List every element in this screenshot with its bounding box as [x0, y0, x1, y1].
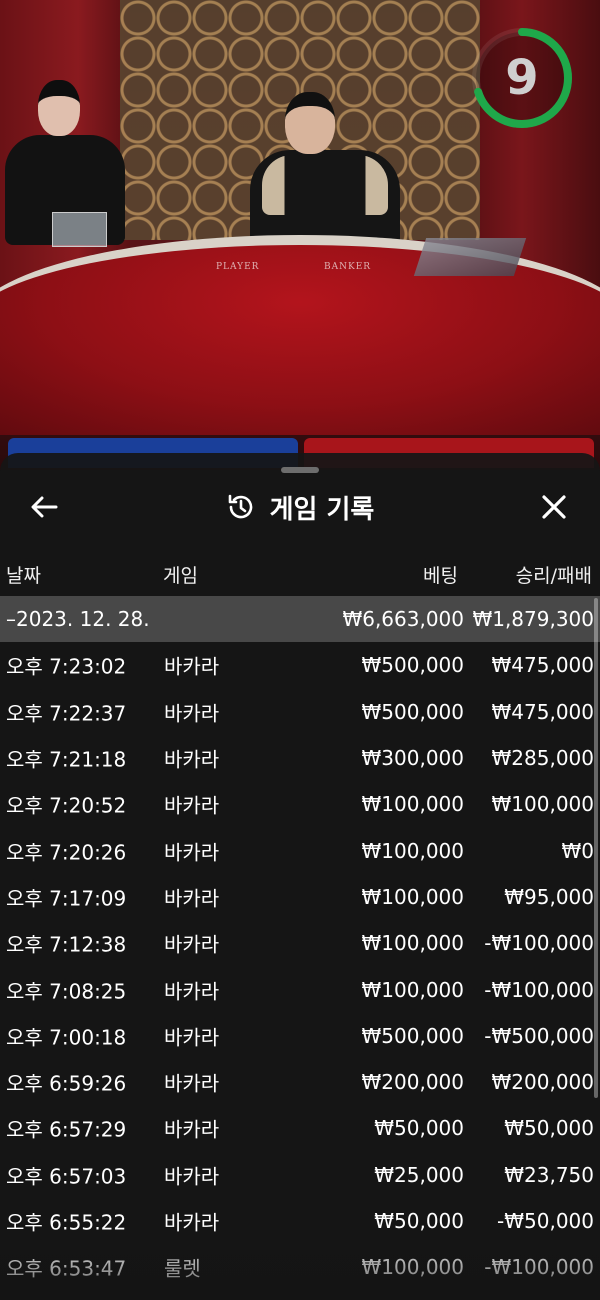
history-win-loss: -₩500,000 [484, 1023, 594, 1048]
history-win-loss: ₩95,000 [504, 884, 594, 909]
card-shoe [413, 238, 527, 276]
history-time: 오후 6:57:29 [6, 1117, 127, 1142]
history-bet: ₩500,000 [361, 699, 464, 724]
history-bet: ₩100,000 [361, 1255, 464, 1280]
history-win-loss: ₩200,000 [491, 1070, 594, 1095]
history-game: 바카라 [164, 1210, 220, 1235]
history-bet: ₩100,000 [361, 884, 464, 909]
history-bet: ₩25,000 [374, 1162, 464, 1187]
column-header-bet[interactable]: 베팅 [423, 561, 458, 587]
dealer-vest [262, 155, 388, 215]
history-bet: ₩100,000 [361, 792, 464, 817]
history-row[interactable]: 오후 6:55:22 바카라 ₩50,000 -₩50,000 [0, 1198, 600, 1244]
sheet-drag-handle[interactable] [281, 467, 319, 473]
dealer-head [285, 92, 335, 154]
history-game: 바카라 [164, 747, 220, 772]
history-game: 바카라 [164, 701, 220, 726]
day-summary-bet: ₩6,663,000 [342, 607, 464, 632]
history-win-loss: -₩100,000 [484, 1255, 594, 1280]
history-game: 룰렛 [164, 1256, 201, 1281]
history-time: 오후 7:20:52 [6, 793, 127, 818]
history-win-loss: ₩285,000 [491, 746, 594, 771]
history-time: 오후 6:57:03 [6, 1164, 127, 1189]
history-game: 바카라 [164, 1025, 220, 1050]
history-win-loss: ₩50,000 [504, 1116, 594, 1141]
history-time: 오후 7:22:37 [6, 701, 127, 726]
history-time: 오후 7:08:25 [6, 979, 127, 1004]
history-row[interactable]: 오후 6:57:03 바카라 ₩25,000 ₩23,750 [0, 1152, 600, 1198]
history-game: 바카라 [164, 654, 220, 679]
close-icon [542, 495, 566, 519]
countdown-timer-value: 9 [505, 50, 539, 106]
close-button[interactable] [536, 489, 572, 525]
history-row[interactable]: 오후 7:12:38 바카라 ₩100,000 -₩100,000 [0, 920, 600, 966]
history-win-loss: ₩100,000 [491, 792, 594, 817]
history-win-loss: -₩50,000 [497, 1209, 594, 1233]
column-header-date[interactable]: 날짜 [6, 561, 41, 587]
history-row[interactable]: 오후 7:22:37 바카라 ₩500,000 ₩475,000 [0, 689, 600, 735]
history-game: 바카라 [164, 979, 220, 1004]
assistant-dealer-head [38, 80, 80, 136]
history-bet: ₩100,000 [361, 977, 464, 1002]
history-game: 바카라 [164, 1117, 220, 1142]
history-time: 오후 6:55:22 [6, 1210, 127, 1235]
history-row[interactable]: 오후 7:17:09 바카라 ₩100,000 ₩95,000 [0, 874, 600, 920]
history-row[interactable]: 오후 7:20:52 바카라 ₩100,000 ₩100,000 [0, 781, 600, 827]
history-icon [228, 494, 252, 519]
scrollbar[interactable] [594, 598, 598, 1098]
history-row[interactable]: 오후 6:53:47 룰렛 ₩100,000 -₩100,000 [0, 1244, 600, 1290]
history-time: 오후 7:12:38 [6, 932, 127, 957]
table-label-player: PLAYER [216, 262, 260, 272]
sheet-header: 게임 기록 [0, 485, 600, 529]
history-win-loss: ₩0 [561, 838, 595, 863]
history-game: 바카라 [164, 932, 220, 957]
history-win-loss: ₩23,750 [504, 1162, 594, 1187]
history-time: 오후 6:53:47 [6, 1256, 127, 1281]
history-win-loss: -₩100,000 [484, 977, 594, 1002]
history-time: 오후 7:17:09 [6, 886, 127, 911]
history-win-loss: -₩100,000 [484, 931, 594, 956]
history-bet: ₩500,000 [361, 1023, 464, 1048]
history-bet: ₩100,000 [361, 838, 464, 863]
column-header-win-loss[interactable]: 승리/패배 [516, 561, 592, 587]
history-list: –2023. 12. 28. ₩6,663,000 ₩1,879,300 오후 … [0, 596, 600, 1290]
history-bet: ₩50,000 [374, 1116, 464, 1141]
history-bet: ₩200,000 [361, 1070, 464, 1095]
history-game: 바카라 [164, 1071, 220, 1096]
history-game: 바카라 [164, 1164, 220, 1189]
history-time: 오후 7:20:26 [6, 840, 127, 865]
history-bet: ₩50,000 [374, 1209, 464, 1233]
sheet-title: 게임 기록 [269, 494, 375, 525]
history-time: 오후 7:23:02 [6, 654, 127, 679]
history-bet: ₩500,000 [361, 653, 464, 678]
history-game: 바카라 [164, 886, 220, 911]
history-time: 오후 7:00:18 [6, 1025, 127, 1050]
history-game: 바카라 [164, 840, 220, 865]
history-game: 바카라 [164, 793, 220, 818]
history-row[interactable]: 오후 7:23:02 바카라 ₩500,000 ₩475,000 [0, 642, 600, 688]
history-row[interactable]: 오후 6:59:26 바카라 ₩200,000 ₩200,000 [0, 1059, 600, 1105]
card-discard-box [52, 212, 107, 247]
table-label-banker: BANKER [324, 262, 372, 272]
history-row[interactable]: 오후 7:21:18 바카라 ₩300,000 ₩285,000 [0, 735, 600, 781]
column-header-game[interactable]: 게임 [163, 561, 198, 587]
history-bet: ₩300,000 [361, 746, 464, 771]
history-bet: ₩100,000 [361, 931, 464, 956]
game-history-sheet: 게임 기록 날짜 게임 베팅 승리/패배 –2023. 12. 28. ₩6,6… [0, 453, 600, 1300]
history-time: 오후 7:21:18 [6, 747, 127, 772]
day-summary-win-loss: ₩1,879,300 [472, 607, 594, 632]
day-summary-row[interactable]: –2023. 12. 28. ₩6,663,000 ₩1,879,300 [0, 596, 600, 643]
history-row[interactable]: 오후 6:57:29 바카라 ₩50,000 ₩50,000 [0, 1105, 600, 1151]
day-summary-date: –2023. 12. 28. [6, 607, 150, 632]
history-row[interactable]: 오후 7:08:25 바카라 ₩100,000 -₩100,000 [0, 966, 600, 1012]
history-win-loss: ₩475,000 [491, 699, 594, 724]
history-row[interactable]: 오후 7:00:18 바카라 ₩500,000 -₩500,000 [0, 1013, 600, 1059]
history-time: 오후 6:59:26 [6, 1071, 127, 1096]
history-win-loss: ₩475,000 [491, 653, 594, 678]
history-row[interactable]: 오후 7:20:26 바카라 ₩100,000 ₩0 [0, 827, 600, 873]
